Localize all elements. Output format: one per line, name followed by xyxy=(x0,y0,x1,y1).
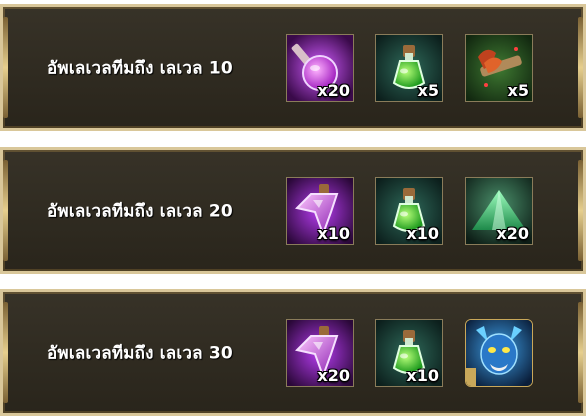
item-quantity: x20 xyxy=(317,365,350,385)
item-quantity: x20 xyxy=(496,223,529,243)
reward-slot[interactable] xyxy=(465,318,533,387)
panel-frame-left xyxy=(3,160,8,261)
item-quantity: x20 xyxy=(317,80,350,100)
reward-slot[interactable]: x5 xyxy=(375,33,443,102)
reward-panel-level-20: อัพเลเวลทีมถึง เลเวล 20 x10 x10 x20 xyxy=(0,147,586,274)
panel-frame-right xyxy=(578,160,583,261)
panel-frame-right xyxy=(578,17,583,118)
item-quantity: x5 xyxy=(417,80,439,100)
reward-requirement-label: อัพเลเวลทีมถึง เลเวล 20 xyxy=(47,201,233,221)
blue-demon-hero-icon xyxy=(466,319,532,386)
item-quantity: x10 xyxy=(406,223,439,243)
reward-slot[interactable]: x10 xyxy=(286,176,354,245)
reward-requirement-label: อัพเลเวลทีมถึง เลเวล 10 xyxy=(47,58,233,78)
panel-frame-left xyxy=(3,17,8,118)
reward-requirement-label: อัพเลเวลทีมถึง เลเวล 30 xyxy=(47,343,233,363)
panel-frame-left xyxy=(3,302,8,403)
item-quantity: x10 xyxy=(317,223,350,243)
reward-slot[interactable]: x20 xyxy=(465,176,533,245)
item-quantity: x10 xyxy=(406,365,439,385)
panel-frame-right xyxy=(578,302,583,403)
reward-slot[interactable]: x10 xyxy=(375,318,443,387)
reward-slot[interactable]: x20 xyxy=(286,318,354,387)
reward-slot[interactable]: x5 xyxy=(465,33,533,102)
reward-slot[interactable]: x10 xyxy=(375,176,443,245)
reward-slot[interactable]: x20 xyxy=(286,33,354,102)
reward-panel-level-30: อัพเลเวลทีมถึง เลเวล 30 x20 x10 xyxy=(0,289,586,416)
reward-panel-level-10: อัพเลเวลทีมถึง เลเวล 10 x20 x5 x5 xyxy=(0,4,586,131)
item-quantity: x5 xyxy=(507,80,529,100)
